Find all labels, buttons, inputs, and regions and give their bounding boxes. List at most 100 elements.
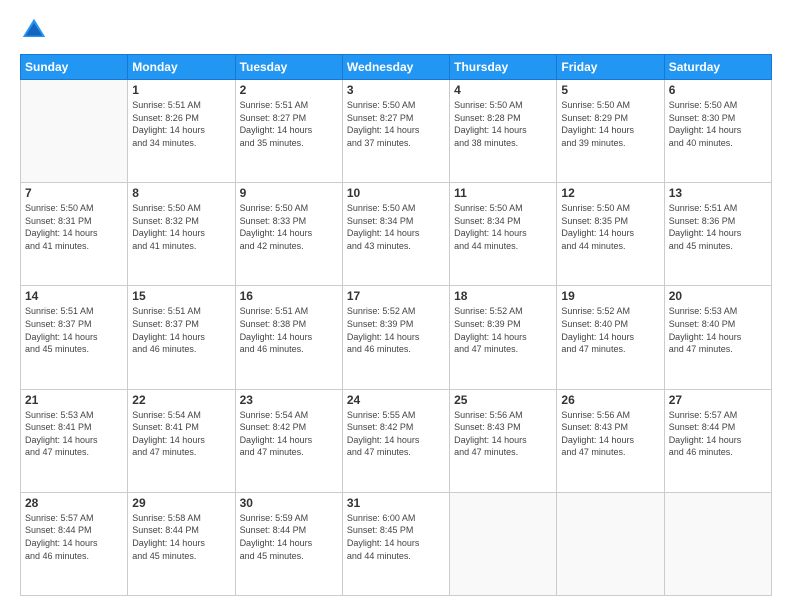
day-info: Sunrise: 5:50 AMSunset: 8:33 PMDaylight:…	[240, 202, 338, 252]
day-cell: 4 Sunrise: 5:50 AMSunset: 8:28 PMDaylight…	[450, 80, 557, 183]
day-info: Sunrise: 5:52 AMSunset: 8:40 PMDaylight:…	[561, 305, 659, 355]
day-cell: 17 Sunrise: 5:52 AMSunset: 8:39 PMDayligh…	[342, 286, 449, 389]
logo	[20, 16, 52, 44]
day-info: Sunrise: 5:51 AMSunset: 8:37 PMDaylight:…	[25, 305, 123, 355]
day-info: Sunrise: 5:50 AMSunset: 8:29 PMDaylight:…	[561, 99, 659, 149]
day-cell: 6 Sunrise: 5:50 AMSunset: 8:30 PMDaylight…	[664, 80, 771, 183]
day-info: Sunrise: 5:52 AMSunset: 8:39 PMDaylight:…	[454, 305, 552, 355]
day-info: Sunrise: 5:51 AMSunset: 8:37 PMDaylight:…	[132, 305, 230, 355]
logo-icon	[20, 16, 48, 44]
day-cell: 29 Sunrise: 5:58 AMSunset: 8:44 PMDayligh…	[128, 492, 235, 595]
day-number: 14	[25, 289, 123, 303]
day-info: Sunrise: 5:51 AMSunset: 8:38 PMDaylight:…	[240, 305, 338, 355]
day-info: Sunrise: 5:50 AMSunset: 8:31 PMDaylight:…	[25, 202, 123, 252]
day-cell: 3 Sunrise: 5:50 AMSunset: 8:27 PMDaylight…	[342, 80, 449, 183]
day-cell: 31 Sunrise: 6:00 AMSunset: 8:45 PMDayligh…	[342, 492, 449, 595]
day-number: 9	[240, 186, 338, 200]
day-number: 18	[454, 289, 552, 303]
day-number: 19	[561, 289, 659, 303]
day-info: Sunrise: 5:56 AMSunset: 8:43 PMDaylight:…	[454, 409, 552, 459]
day-info: Sunrise: 6:00 AMSunset: 8:45 PMDaylight:…	[347, 512, 445, 562]
day-number: 28	[25, 496, 123, 510]
weekday-header-row: SundayMondayTuesdayWednesdayThursdayFrid…	[21, 55, 772, 80]
day-cell: 1 Sunrise: 5:51 AMSunset: 8:26 PMDaylight…	[128, 80, 235, 183]
day-number: 6	[669, 83, 767, 97]
day-number: 8	[132, 186, 230, 200]
day-number: 4	[454, 83, 552, 97]
day-number: 5	[561, 83, 659, 97]
day-cell: 30 Sunrise: 5:59 AMSunset: 8:44 PMDayligh…	[235, 492, 342, 595]
day-info: Sunrise: 5:54 AMSunset: 8:41 PMDaylight:…	[132, 409, 230, 459]
day-cell: 13 Sunrise: 5:51 AMSunset: 8:36 PMDayligh…	[664, 183, 771, 286]
day-number: 11	[454, 186, 552, 200]
day-number: 26	[561, 393, 659, 407]
weekday-header-monday: Monday	[128, 55, 235, 80]
day-number: 25	[454, 393, 552, 407]
day-number: 23	[240, 393, 338, 407]
day-number: 2	[240, 83, 338, 97]
day-cell: 28 Sunrise: 5:57 AMSunset: 8:44 PMDayligh…	[21, 492, 128, 595]
day-cell: 21Sunrise: 5:53 AMSunset: 8:41 PMDayligh…	[21, 389, 128, 492]
weekday-header-sunday: Sunday	[21, 55, 128, 80]
day-cell	[450, 492, 557, 595]
day-info: Sunrise: 5:59 AMSunset: 8:44 PMDaylight:…	[240, 512, 338, 562]
day-info: Sunrise: 5:51 AMSunset: 8:36 PMDaylight:…	[669, 202, 767, 252]
day-info: Sunrise: 5:57 AMSunset: 8:44 PMDaylight:…	[25, 512, 123, 562]
day-cell	[21, 80, 128, 183]
day-number: 17	[347, 289, 445, 303]
day-info: Sunrise: 5:51 AMSunset: 8:27 PMDaylight:…	[240, 99, 338, 149]
day-cell: 22 Sunrise: 5:54 AMSunset: 8:41 PMDayligh…	[128, 389, 235, 492]
day-number: 31	[347, 496, 445, 510]
day-cell: 24 Sunrise: 5:55 AMSunset: 8:42 PMDayligh…	[342, 389, 449, 492]
day-cell: 12 Sunrise: 5:50 AMSunset: 8:35 PMDayligh…	[557, 183, 664, 286]
day-number: 1	[132, 83, 230, 97]
day-cell	[557, 492, 664, 595]
weekday-header-tuesday: Tuesday	[235, 55, 342, 80]
day-cell: 9 Sunrise: 5:50 AMSunset: 8:33 PMDaylight…	[235, 183, 342, 286]
day-number: 15	[132, 289, 230, 303]
day-info: Sunrise: 5:50 AMSunset: 8:27 PMDaylight:…	[347, 99, 445, 149]
day-info: Sunrise: 5:50 AMSunset: 8:30 PMDaylight:…	[669, 99, 767, 149]
day-info: Sunrise: 5:50 AMSunset: 8:34 PMDaylight:…	[347, 202, 445, 252]
weekday-header-thursday: Thursday	[450, 55, 557, 80]
day-cell: 19 Sunrise: 5:52 AMSunset: 8:40 PMDayligh…	[557, 286, 664, 389]
day-cell: 18 Sunrise: 5:52 AMSunset: 8:39 PMDayligh…	[450, 286, 557, 389]
day-cell: 7 Sunrise: 5:50 AMSunset: 8:31 PMDaylight…	[21, 183, 128, 286]
day-number: 20	[669, 289, 767, 303]
day-info: Sunrise: 5:56 AMSunset: 8:43 PMDaylight:…	[561, 409, 659, 459]
calendar-table: SundayMondayTuesdayWednesdayThursdayFrid…	[20, 54, 772, 596]
day-info: Sunrise: 5:50 AMSunset: 8:35 PMDaylight:…	[561, 202, 659, 252]
day-info: Sunrise: 5:57 AMSunset: 8:44 PMDaylight:…	[669, 409, 767, 459]
day-number: 27	[669, 393, 767, 407]
day-info: Sunrise: 5:53 AMSunset: 8:40 PMDaylight:…	[669, 305, 767, 355]
day-cell: 26 Sunrise: 5:56 AMSunset: 8:43 PMDayligh…	[557, 389, 664, 492]
day-cell: 11 Sunrise: 5:50 AMSunset: 8:34 PMDayligh…	[450, 183, 557, 286]
day-number: 13	[669, 186, 767, 200]
day-info: Sunrise: 5:50 AMSunset: 8:34 PMDaylight:…	[454, 202, 552, 252]
day-number: 12	[561, 186, 659, 200]
week-row-1: 7 Sunrise: 5:50 AMSunset: 8:31 PMDaylight…	[21, 183, 772, 286]
day-info: Sunrise: 5:53 AMSunset: 8:41 PMDaylight:…	[25, 409, 123, 459]
day-number: 24	[347, 393, 445, 407]
week-row-3: 21Sunrise: 5:53 AMSunset: 8:41 PMDayligh…	[21, 389, 772, 492]
weekday-header-saturday: Saturday	[664, 55, 771, 80]
week-row-4: 28 Sunrise: 5:57 AMSunset: 8:44 PMDayligh…	[21, 492, 772, 595]
day-info: Sunrise: 5:55 AMSunset: 8:42 PMDaylight:…	[347, 409, 445, 459]
day-number: 22	[132, 393, 230, 407]
day-info: Sunrise: 5:58 AMSunset: 8:44 PMDaylight:…	[132, 512, 230, 562]
header	[20, 16, 772, 44]
day-number: 16	[240, 289, 338, 303]
day-cell: 5 Sunrise: 5:50 AMSunset: 8:29 PMDaylight…	[557, 80, 664, 183]
day-number: 7	[25, 186, 123, 200]
day-cell	[664, 492, 771, 595]
weekday-header-wednesday: Wednesday	[342, 55, 449, 80]
day-info: Sunrise: 5:52 AMSunset: 8:39 PMDaylight:…	[347, 305, 445, 355]
week-row-2: 14 Sunrise: 5:51 AMSunset: 8:37 PMDayligh…	[21, 286, 772, 389]
day-number: 3	[347, 83, 445, 97]
day-number: 29	[132, 496, 230, 510]
day-info: Sunrise: 5:50 AMSunset: 8:28 PMDaylight:…	[454, 99, 552, 149]
day-number: 30	[240, 496, 338, 510]
day-cell: 16 Sunrise: 5:51 AMSunset: 8:38 PMDayligh…	[235, 286, 342, 389]
day-info: Sunrise: 5:51 AMSunset: 8:26 PMDaylight:…	[132, 99, 230, 149]
day-cell: 23Sunrise: 5:54 AMSunset: 8:42 PMDayligh…	[235, 389, 342, 492]
